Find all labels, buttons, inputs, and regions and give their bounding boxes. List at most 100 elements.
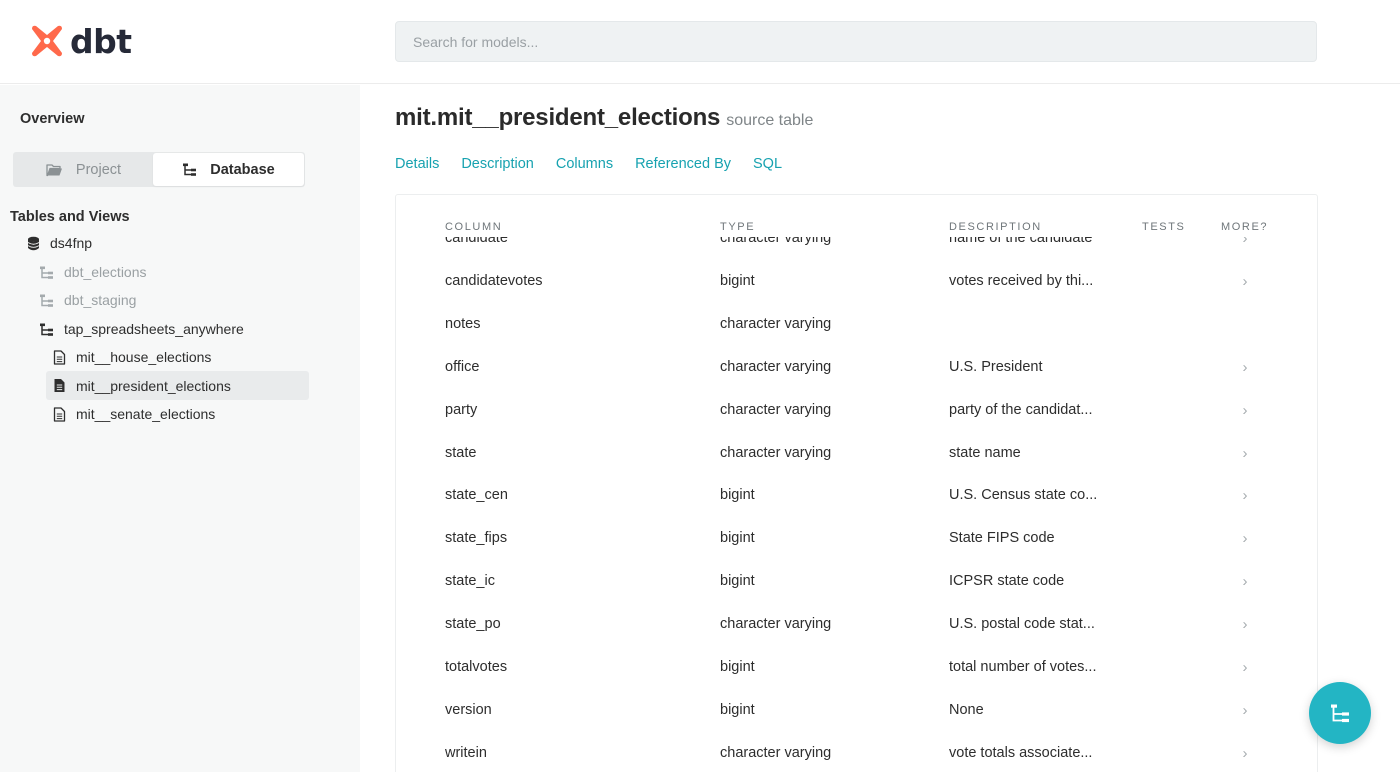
database-tab-button[interactable]: Database xyxy=(153,153,304,186)
column-header-more: MORE? xyxy=(1221,221,1269,233)
chevron-right-icon[interactable]: › xyxy=(1238,432,1252,475)
tree-item-label: mit__senate_elections xyxy=(76,406,216,422)
tab-details[interactable]: Details xyxy=(395,156,439,172)
project-tab-button[interactable]: Project xyxy=(15,153,152,186)
column-description-cell: U.S. Census state co... xyxy=(949,487,1098,504)
tree-item-label: mit__house_elections xyxy=(76,349,212,365)
tree-item-label: mit__president_elections xyxy=(76,377,231,394)
chevron-right-icon[interactable]: › xyxy=(1238,389,1252,432)
tab-description[interactable]: Description xyxy=(461,156,534,172)
table-row[interactable]: state_po character varying U.S. postal cod… xyxy=(396,603,1317,646)
table-row[interactable]: candidatevotes bigint votes received by th… xyxy=(396,260,1317,303)
top-bar: dbt xyxy=(0,0,1400,84)
table-row[interactable]: candidate character varying name of the ca… xyxy=(396,237,1317,260)
column-type-cell: character varying xyxy=(720,237,832,246)
column-header-tests: TESTS xyxy=(1142,221,1186,233)
tree-item-label: dbt_elections xyxy=(64,264,147,280)
column-description-cell: State FIPS code xyxy=(949,530,1055,547)
column-header-column: COLUMN xyxy=(445,221,503,233)
table-row[interactable]: version bigint None › xyxy=(396,689,1317,732)
column-header-description: DESCRIPTION xyxy=(949,221,1042,233)
table-row[interactable]: state character varying state name › xyxy=(396,432,1317,475)
column-name-cell: candidatevotes xyxy=(445,272,543,289)
model-name: mit.mit__president_elections xyxy=(395,104,721,131)
dbt-logo-text: dbt xyxy=(70,21,132,61)
tree-item-label: tap_spreadsheets_anywhere xyxy=(64,321,244,337)
columns-table-card: COLUMN TYPE DESCRIPTION TESTS MORE? cand… xyxy=(395,194,1318,772)
column-name-cell: state_po xyxy=(445,616,501,633)
tree-item-mit-house-elections[interactable]: mit__house_elections xyxy=(53,344,211,370)
tree-item-tap-spreadsheets-anywhere[interactable]: tap_spreadsheets_anywhere xyxy=(39,316,244,342)
chevron-right-icon[interactable]: › xyxy=(1238,646,1252,689)
lineage-graph-icon xyxy=(1331,704,1349,723)
column-description-cell: U.S. postal code stat... xyxy=(949,616,1095,633)
overview-link[interactable]: Overview xyxy=(20,111,85,127)
search-input[interactable] xyxy=(395,21,1317,62)
project-tab-label: Project xyxy=(75,161,122,178)
chevron-right-icon[interactable]: › xyxy=(1238,603,1252,646)
column-type-cell: bigint xyxy=(720,573,755,590)
column-name-cell: state_cen xyxy=(445,487,508,504)
chevron-right-icon[interactable]: › xyxy=(1238,474,1252,517)
chevron-right-icon[interactable]: › xyxy=(1238,560,1252,603)
table-row[interactable]: totalvotes bigint total number of votes...… xyxy=(396,646,1317,689)
folder-open-icon xyxy=(46,163,62,176)
schema-tree-icon xyxy=(40,323,53,336)
column-description-cell: None xyxy=(949,701,984,718)
tree-item-ds4fnp[interactable]: ds4fnp xyxy=(27,230,92,256)
table-row[interactable]: state_ic bigint ICPSR state code › xyxy=(396,560,1317,603)
tree-item-dbt-staging[interactable]: dbt_staging xyxy=(39,287,136,313)
column-type-cell: character varying xyxy=(720,444,832,461)
column-type-cell: character varying xyxy=(720,744,832,761)
column-description-cell xyxy=(949,303,1119,346)
column-type-cell: bigint xyxy=(720,659,755,675)
column-description-cell: name of the candidate xyxy=(949,237,1093,246)
tab-sql[interactable]: SQL xyxy=(753,156,782,172)
document-icon xyxy=(53,406,66,422)
table-row[interactable]: notes character varying xyxy=(396,303,1317,346)
chevron-right-icon[interactable] xyxy=(1238,303,1252,346)
page-title: mit.mit__president_elections source table xyxy=(395,104,813,132)
column-type-cell: character varying xyxy=(720,315,832,332)
chevron-right-icon[interactable]: › xyxy=(1238,260,1252,303)
column-type-cell: character varying xyxy=(720,401,832,418)
tab-columns[interactable]: Columns xyxy=(556,156,613,172)
chevron-right-icon[interactable]: › xyxy=(1238,346,1252,389)
dbt-logo-icon xyxy=(32,25,62,57)
tree-structure-icon xyxy=(183,163,197,176)
tree-item-mit-president-elections[interactable]: mit__president_elections xyxy=(46,371,309,400)
tree-item-mit-senate-elections[interactable]: mit__senate_elections xyxy=(53,401,215,427)
database-icon xyxy=(27,236,40,250)
chevron-right-icon[interactable]: › xyxy=(1238,237,1252,260)
tree-item-dbt-elections[interactable]: dbt_elections xyxy=(39,259,147,285)
column-description-cell: party of the candidat... xyxy=(949,401,1093,418)
column-type-cell: character varying xyxy=(720,358,832,375)
column-type-cell: character varying xyxy=(720,616,832,633)
table-row[interactable]: writein character varying vote totals asso… xyxy=(396,732,1317,772)
column-description-cell: ICPSR state code xyxy=(949,573,1065,590)
column-type-cell: bigint xyxy=(720,272,755,289)
table-row[interactable]: office character varying U.S. President › xyxy=(396,346,1317,389)
table-row[interactable]: state_cen bigint U.S. Census state co... › xyxy=(396,474,1317,517)
table-row[interactable]: party character varying party of the candi… xyxy=(396,389,1317,432)
column-description-cell: votes received by thi... xyxy=(949,272,1094,289)
dbt-logo[interactable]: dbt xyxy=(28,21,132,61)
column-name-cell: totalvotes xyxy=(445,659,508,675)
column-name-cell: state_ic xyxy=(445,573,495,590)
chevron-right-icon[interactable]: › xyxy=(1238,517,1252,560)
tree-item-label: dbt_staging xyxy=(64,292,137,308)
chevron-right-icon[interactable]: › xyxy=(1238,732,1252,772)
view-toggle: Project Database xyxy=(13,152,305,187)
table-row[interactable]: state_fips bigint State FIPS code › xyxy=(396,517,1317,560)
tree-item-label: ds4fnp xyxy=(50,235,93,251)
column-name-cell: state xyxy=(445,444,477,461)
tab-referenced-by[interactable]: Referenced By xyxy=(635,156,731,172)
column-name-cell: candidate xyxy=(445,237,508,246)
column-type-cell: bigint xyxy=(720,701,755,718)
lineage-graph-button[interactable] xyxy=(1309,682,1371,744)
column-description-cell: state name xyxy=(949,444,1021,461)
column-description-cell: total number of votes... xyxy=(949,659,1097,675)
columns-table-body[interactable]: candidate character varying name of the ca… xyxy=(396,237,1317,772)
chevron-right-icon[interactable]: › xyxy=(1238,689,1252,732)
section-tabs: Details Description Columns Referenced B… xyxy=(395,156,804,172)
